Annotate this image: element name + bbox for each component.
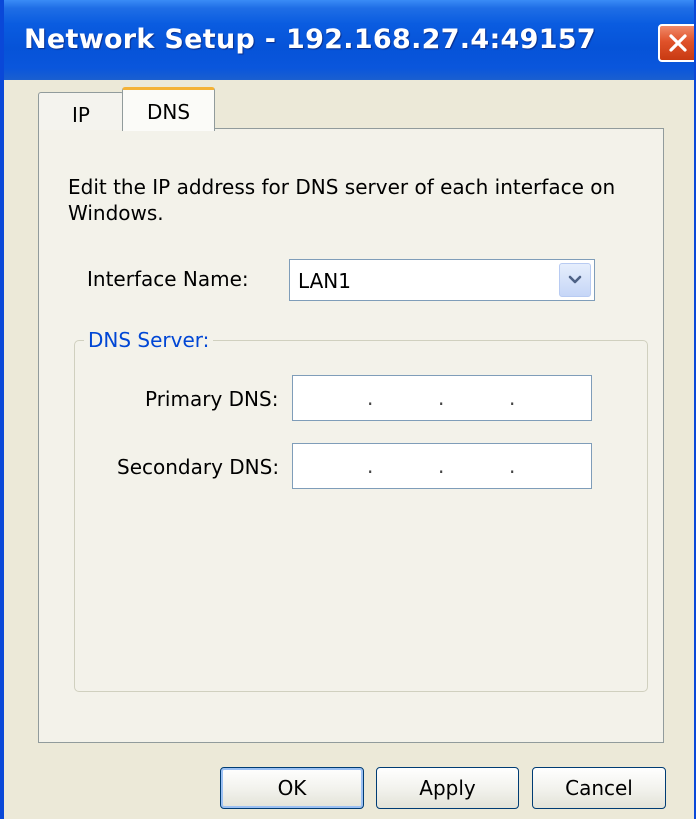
interface-name-label: Interface Name:	[87, 267, 249, 291]
ip-separator: .	[509, 386, 516, 410]
ip-separator: .	[367, 386, 374, 410]
interface-name-select[interactable]: LAN1	[289, 259, 595, 301]
window-title: Network Setup - 192.168.27.4:49157	[24, 24, 596, 55]
interface-name-value: LAN1	[298, 269, 351, 293]
close-icon	[669, 34, 687, 52]
apply-button[interactable]: Apply	[376, 767, 519, 809]
ip-separator: .	[438, 454, 445, 478]
chevron-down-icon	[568, 275, 582, 284]
title-bar[interactable]: Network Setup - 192.168.27.4:49157	[4, 0, 694, 80]
ip-separator: .	[509, 454, 516, 478]
tab-ip[interactable]: IP	[38, 92, 124, 130]
dns-server-group-title: DNS Server:	[84, 328, 214, 352]
tab-ip-label: IP	[72, 103, 90, 127]
description-text: Edit the IP address for DNS server of ea…	[68, 175, 616, 225]
ip-separator: .	[367, 454, 374, 478]
tab-dns-label: DNS	[146, 100, 191, 124]
secondary-dns-label: Secondary DNS:	[117, 455, 280, 479]
secondary-dns-input[interactable]: . . .	[292, 443, 592, 489]
tab-dns[interactable]: DNS	[122, 87, 215, 131]
close-button[interactable]	[658, 24, 694, 62]
primary-dns-input[interactable]: . . .	[292, 375, 592, 421]
dropdown-button[interactable]	[559, 263, 591, 297]
cancel-button[interactable]: Cancel	[532, 767, 666, 809]
ip-separator: .	[438, 386, 445, 410]
ok-button[interactable]: OK	[220, 767, 364, 809]
primary-dns-label: Primary DNS:	[145, 387, 279, 411]
